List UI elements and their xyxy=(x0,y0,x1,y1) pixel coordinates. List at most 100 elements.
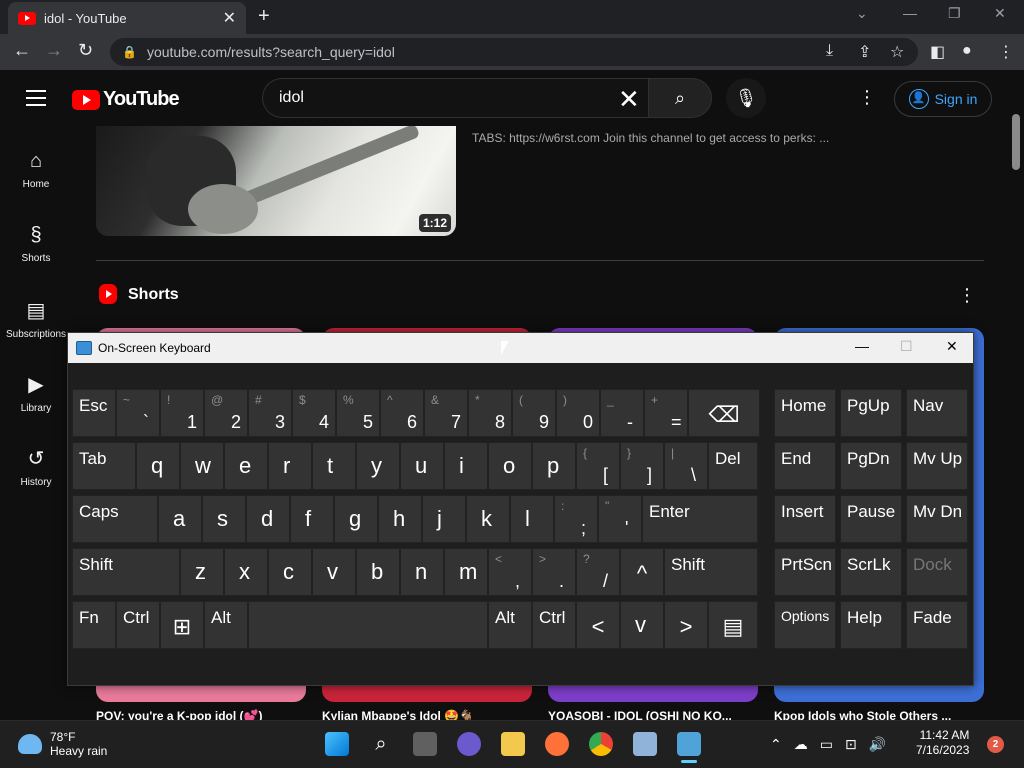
page-scrollbar[interactable] xyxy=(1012,114,1020,170)
volume-icon[interactable]: 🔊 xyxy=(869,736,886,753)
bookmark-star-icon[interactable]: ☆ xyxy=(890,42,904,62)
file-explorer-icon[interactable] xyxy=(501,732,525,756)
key-e[interactable]: e xyxy=(224,442,268,490)
key-x[interactable]: x xyxy=(224,548,268,596)
key-z[interactable]: z xyxy=(180,548,224,596)
key-t[interactable]: t xyxy=(312,442,356,490)
fn-key[interactable]: Fn xyxy=(72,601,116,649)
key-i[interactable]: i xyxy=(444,442,488,490)
space-key[interactable] xyxy=(248,601,488,649)
shift-key[interactable]: Shift xyxy=(72,548,180,596)
caps-lock-key[interactable]: Caps xyxy=(72,495,158,543)
key-9[interactable]: (9 xyxy=(512,389,556,437)
key-^[interactable]: ^ xyxy=(620,548,664,596)
ctrl-key[interactable]: Ctrl xyxy=(116,601,160,649)
key-\[interactable]: | \ xyxy=(664,442,708,490)
firefox-icon[interactable] xyxy=(545,732,569,756)
key-5[interactable]: % 5 xyxy=(336,389,380,437)
omnibox[interactable]: 🔒 youtube.com/results?search_query=idol xyxy=(110,38,918,66)
share-icon[interactable]: ⇪ xyxy=(858,42,871,62)
notification-badge[interactable]: 2 xyxy=(987,736,1004,753)
osk-minimize-button[interactable]: — xyxy=(855,338,869,354)
weather-widget[interactable]: 78°F Heavy rain xyxy=(18,730,107,758)
alt-key[interactable]: Alt xyxy=(204,601,248,649)
key-s[interactable]: s xyxy=(202,495,246,543)
key-mv-dn[interactable]: Mv Dn xyxy=(906,495,968,543)
key-d[interactable]: d xyxy=(246,495,290,543)
key-q[interactable]: q xyxy=(136,442,180,490)
install-app-icon[interactable]: ⤓ xyxy=(826,42,833,60)
chat-icon[interactable] xyxy=(457,732,481,756)
key-r[interactable]: r xyxy=(268,442,312,490)
search-taskbar-icon[interactable]: ⌕ xyxy=(369,732,393,756)
key-3[interactable]: #3 xyxy=(248,389,292,437)
video-thumbnail[interactable] xyxy=(96,126,456,236)
hamburger-menu-icon[interactable] xyxy=(26,90,46,111)
image-viewer-icon[interactable] xyxy=(633,732,657,756)
chevron-up-icon[interactable]: ⌃ xyxy=(770,736,782,753)
sign-in-button[interactable]: 👤 Sign in xyxy=(894,81,992,117)
key-insert[interactable]: Insert xyxy=(774,495,836,543)
delete-key[interactable]: Del xyxy=(708,442,758,490)
key-4[interactable]: $4 xyxy=(292,389,336,437)
key-h[interactable]: h xyxy=(378,495,422,543)
voice-search-button[interactable]: 🎙 xyxy=(726,78,766,118)
cloud-icon[interactable]: ☁ xyxy=(794,736,808,753)
key-b[interactable]: b xyxy=(356,548,400,596)
key-7[interactable]: & 7 xyxy=(424,389,468,437)
key-v[interactable]: v xyxy=(312,548,356,596)
alt-key[interactable]: Alt xyxy=(488,601,532,649)
key->[interactable]: > xyxy=(664,601,708,649)
key-k[interactable]: k xyxy=(466,495,510,543)
key-=[interactable]: + = xyxy=(644,389,688,437)
menu-key[interactable]: ▤ xyxy=(708,601,758,649)
key-dock[interactable]: Dock xyxy=(906,548,968,596)
key-,[interactable]: <, xyxy=(488,548,532,596)
key-/[interactable]: ? / xyxy=(576,548,620,596)
key-g[interactable]: g xyxy=(334,495,378,543)
osk-title-bar[interactable]: On-Screen Keyboard — ☐ ✕ xyxy=(68,333,973,363)
side-panel-icon[interactable]: ◧ xyxy=(930,42,945,62)
key-f[interactable]: f xyxy=(290,495,334,543)
enter-key[interactable]: Enter xyxy=(642,495,758,543)
osk-close-button[interactable]: ✕ xyxy=(946,338,958,355)
ctrl-key[interactable]: Ctrl xyxy=(532,601,576,649)
search-input[interactable]: idol xyxy=(262,78,648,118)
key-2[interactable]: @2 xyxy=(204,389,248,437)
close-tab-icon[interactable]: ✕ xyxy=(223,8,236,28)
key-6[interactable]: ^ 6 xyxy=(380,389,424,437)
key-pgdn[interactable]: PgDn xyxy=(840,442,902,490)
system-tray[interactable]: ⌃ ☁ ▭ ⊡ 🔊 xyxy=(770,736,886,753)
sidebar-item-home[interactable]: ⌂ Home xyxy=(0,150,72,190)
key-y[interactable]: y xyxy=(356,442,400,490)
browser-menu-icon[interactable]: ⋮ xyxy=(998,42,1014,62)
tab-key[interactable]: Tab xyxy=(72,442,136,490)
key-m[interactable]: m xyxy=(444,548,488,596)
key-`[interactable]: ~ ` xyxy=(116,389,160,437)
key-w[interactable]: w xyxy=(180,442,224,490)
key-c[interactable]: c xyxy=(268,548,312,596)
key-a[interactable]: a xyxy=(158,495,202,543)
backspace-key[interactable]: ⌫ xyxy=(688,389,760,437)
key-u[interactable]: u xyxy=(400,442,444,490)
display-icon[interactable]: ▭ xyxy=(820,736,833,753)
key-.[interactable]: >. xyxy=(532,548,576,596)
clear-search-icon[interactable]: ✕ xyxy=(618,84,640,115)
back-icon[interactable]: ← xyxy=(13,40,31,61)
key-l[interactable]: l xyxy=(510,495,554,543)
chrome-icon[interactable] xyxy=(589,732,613,756)
key-v[interactable]: v xyxy=(620,601,664,649)
reload-icon[interactable]: ↻ xyxy=(78,40,93,61)
new-tab-button[interactable]: + xyxy=(258,5,270,28)
key-8[interactable]: * 8 xyxy=(468,389,512,437)
key-p[interactable]: p xyxy=(532,442,576,490)
key-options[interactable]: Options xyxy=(774,601,836,649)
sidebar-item-subscriptions[interactable]: ▤ Subscriptions xyxy=(0,298,72,340)
key-fade[interactable]: Fade xyxy=(906,601,968,649)
esc-key[interactable]: Esc xyxy=(72,389,116,437)
sidebar-item-library[interactable]: ▶ Library xyxy=(0,372,72,414)
shift-key[interactable]: Shift xyxy=(664,548,758,596)
key-;[interactable]: :; xyxy=(554,495,598,543)
key-j[interactable]: j xyxy=(422,495,466,543)
key-n[interactable]: n xyxy=(400,548,444,596)
